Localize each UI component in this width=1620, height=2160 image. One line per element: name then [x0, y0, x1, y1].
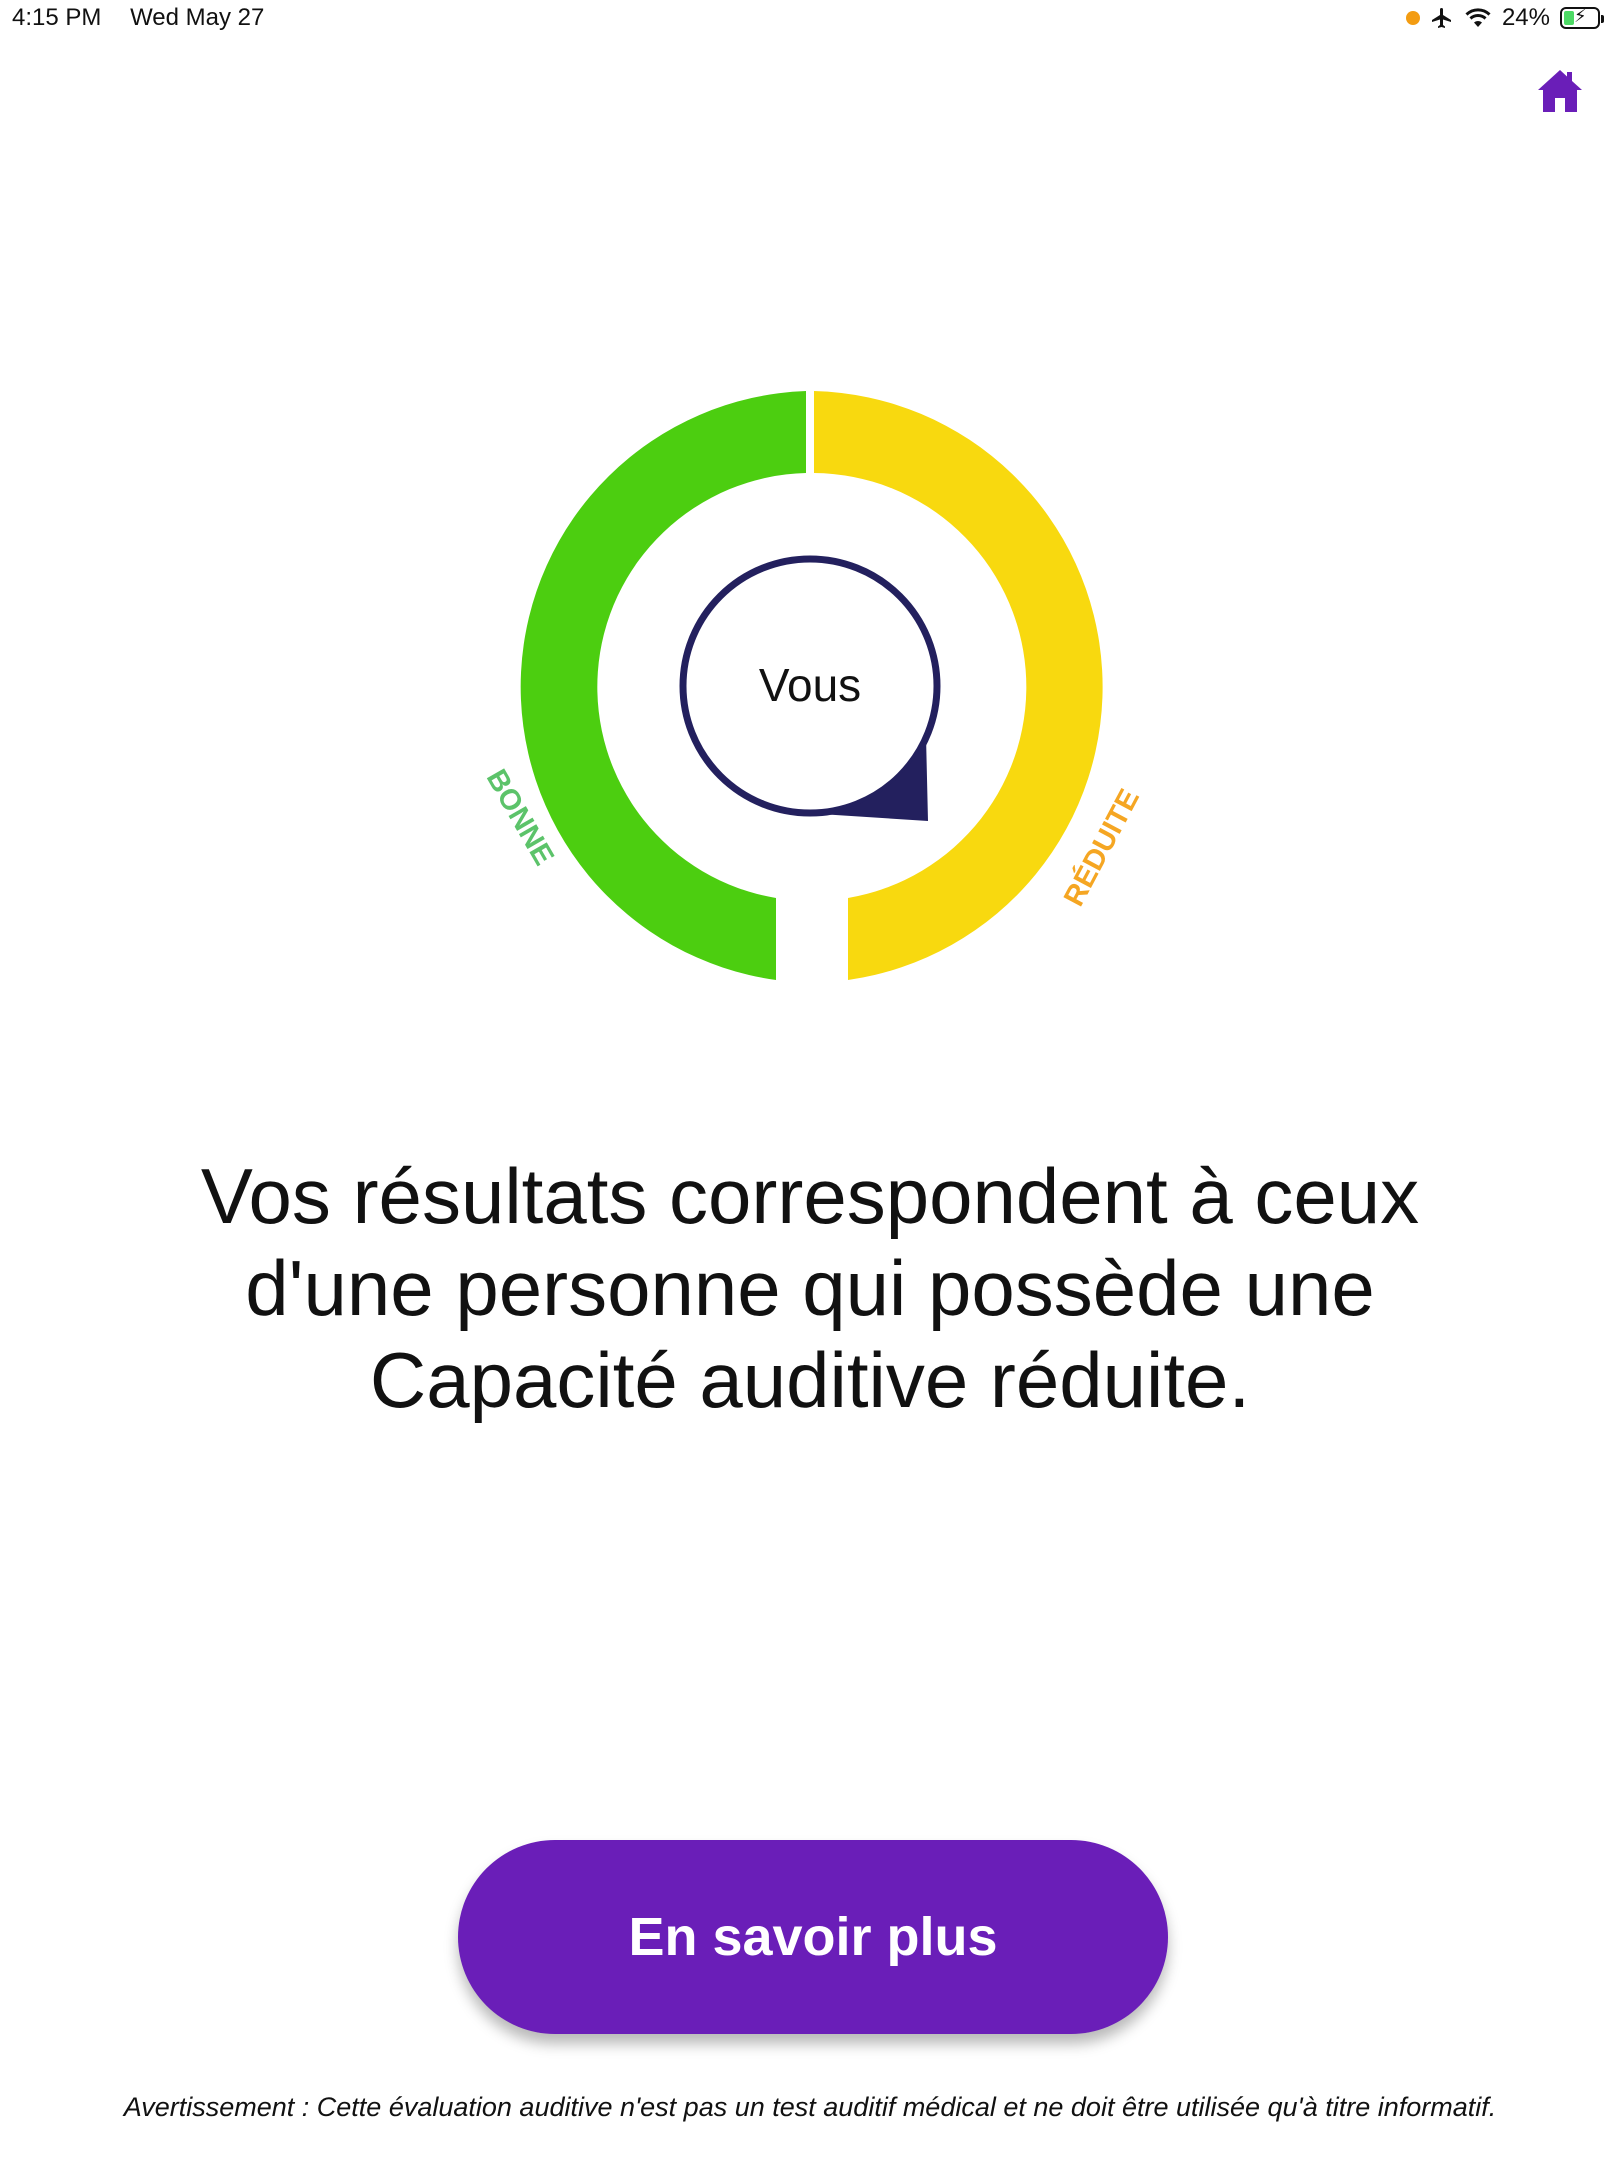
- learn-more-button[interactable]: En savoir plus: [458, 1840, 1168, 2034]
- result-highlight: Capacité auditive réduite: [369, 1336, 1229, 1424]
- gauge-center-label: Vous: [759, 659, 861, 711]
- results-screen: 4:15 PM Wed May 27 24% ⚡ Vous BONNE RÉDU…: [0, 0, 1620, 2160]
- result-line-3: Capacité auditive réduite.: [0, 1334, 1620, 1426]
- result-text: Vos résultats correspondent à ceux d'une…: [0, 1150, 1620, 1426]
- result-line-2: d'une personne qui possède une: [245, 1244, 1375, 1332]
- result-line-1: Vos résultats correspondent à ceux: [200, 1152, 1420, 1240]
- disclaimer-text: Avertissement : Cette évaluation auditiv…: [123, 2092, 1497, 2122]
- hearing-gauge: Vous BONNE RÉDUITE: [480, 391, 1146, 980]
- result-end: .: [1228, 1336, 1251, 1424]
